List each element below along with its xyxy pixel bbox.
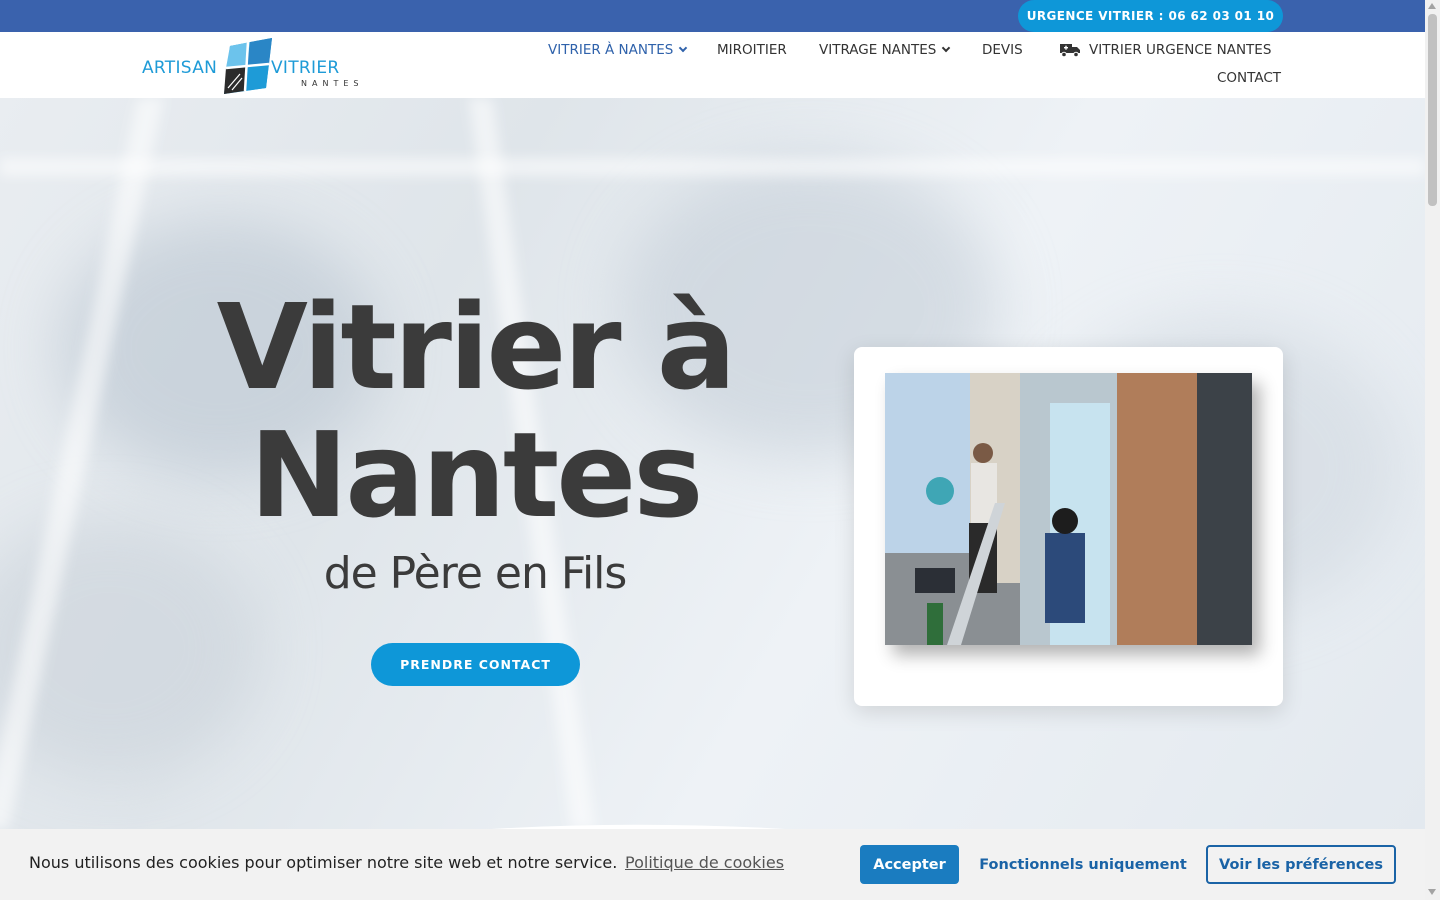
hero-subtitle: de Père en Fils xyxy=(323,548,628,599)
nav-label: VITRAGE NANTES xyxy=(819,42,937,58)
cookie-message: Nous utilisons des cookies pour optimise… xyxy=(29,853,618,872)
nav-label: VITRIER À NANTES xyxy=(548,42,674,58)
cookie-policy-link[interactable]: Politique de cookies xyxy=(625,853,784,872)
scroll-up-arrow-icon[interactable] xyxy=(1428,3,1436,9)
nav-item-miroitier[interactable]: MIROITIER xyxy=(717,42,787,58)
hero-wave-divider xyxy=(491,824,786,829)
nav-item-vitrier-a-nantes[interactable]: VITRIER À NANTES xyxy=(548,42,688,58)
nav-item-contact[interactable]: CONTACT xyxy=(1217,70,1281,86)
hero-section: Vitrier à Nantes de Père en Fils PRENDRE… xyxy=(0,98,1425,829)
view-preferences-button[interactable]: Voir les préférences xyxy=(1206,845,1396,884)
chevron-down-icon xyxy=(679,43,688,53)
nav-label: VITRIER URGENCE NANTES xyxy=(1089,42,1272,58)
logo-word-vitrier: VITRIER xyxy=(271,58,340,78)
hero-title: Vitrier à Nantes xyxy=(170,283,780,539)
cookie-banner: Nous utilisons des cookies pour optimise… xyxy=(0,829,1425,900)
nav-item-devis[interactable]: DEVIS xyxy=(982,42,1023,58)
truck-icon xyxy=(1060,44,1080,57)
window-logo-icon xyxy=(224,38,272,94)
scroll-down-arrow-icon[interactable] xyxy=(1428,889,1436,895)
contact-cta-button[interactable]: PRENDRE CONTACT xyxy=(371,643,580,686)
nav-label: DEVIS xyxy=(982,42,1023,58)
scroll-thumb[interactable] xyxy=(1428,14,1437,206)
glazier-photo-image xyxy=(885,373,1252,645)
functional-only-button[interactable]: Fonctionnels uniquement xyxy=(972,845,1194,884)
background-beam xyxy=(0,158,1425,176)
nav-label: MIROITIER xyxy=(717,42,787,58)
accept-cookies-button[interactable]: Accepter xyxy=(860,845,959,884)
nav-item-vitrier-urgence[interactable]: VITRIER URGENCE NANTES xyxy=(1060,42,1271,58)
urgent-phone-button[interactable]: URGENCE VITRIER : 06 62 03 01 10 xyxy=(1018,0,1283,32)
hero-title-line: Nantes xyxy=(249,406,703,544)
hero-title-line: Vitrier à xyxy=(216,278,737,416)
logo-word-artisan: ARTISAN xyxy=(142,58,218,78)
page-scrollbar[interactable] xyxy=(1425,0,1440,900)
logo-sub-nantes: NANTES xyxy=(301,79,364,88)
nav-item-vitrage-nantes[interactable]: VITRAGE NANTES xyxy=(819,42,951,58)
nav-label: CONTACT xyxy=(1217,70,1282,86)
site-logo[interactable]: ARTISAN VITRIER NANTES xyxy=(142,38,358,94)
top-bar: URGENCE VITRIER : 06 62 03 01 10 xyxy=(0,0,1425,32)
hero-image-card xyxy=(854,347,1283,706)
site-header: ARTISAN VITRIER NANTES VITRIER À NANTES … xyxy=(0,32,1425,98)
glazier-photo xyxy=(885,373,1252,645)
chevron-down-icon xyxy=(942,43,951,53)
